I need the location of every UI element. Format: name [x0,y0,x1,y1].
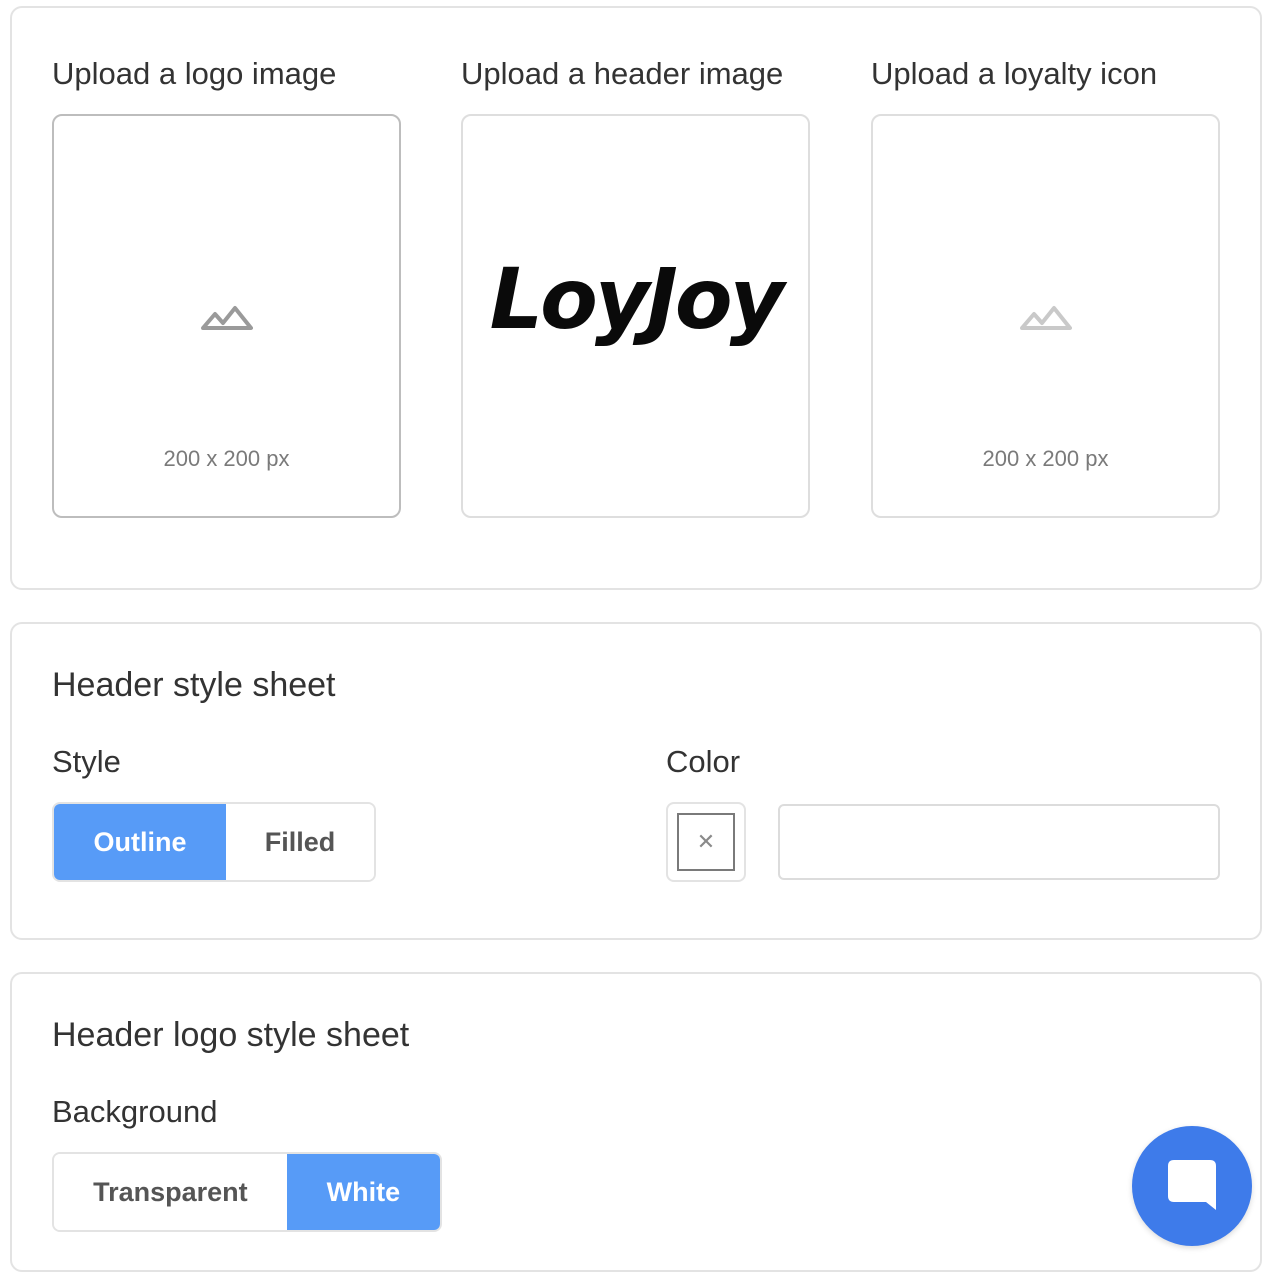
style-toggle: Outline Filled [52,802,376,882]
header-upload-label: Upload a header image [461,56,784,91]
header-logo-style-card: Header logo style sheet Background Trans… [10,972,1262,1272]
header-upload-dropzone[interactable]: LoyJoy [461,114,810,518]
chat-launcher-button[interactable] [1132,1126,1252,1246]
background-transparent-button[interactable]: Transparent [54,1154,287,1230]
loyjoy-logo-image: LoyJoy [489,250,785,348]
chat-icon [1168,1160,1216,1210]
style-outline-button[interactable]: Outline [54,804,226,880]
loyalty-icon-upload-label: Upload a loyalty icon [871,56,1158,91]
header-style-card: Header style sheet Style Outline Filled … [10,622,1262,940]
logo-size-hint: 200 x 200 px [163,446,290,471]
logo-upload-label: Upload a logo image [52,56,337,91]
color-label: Color [666,744,741,779]
logo-upload-dropzone[interactable]: 200 x 200 px [52,114,401,518]
loyalty-icon-upload-dropzone[interactable]: 200 x 200 px [871,114,1220,518]
header-style-title: Header style sheet [52,666,336,704]
header-logo-style-title: Header logo style sheet [52,1016,410,1054]
background-label: Background [52,1094,218,1129]
image-placeholder-icon [1019,306,1072,330]
image-uploads-card: Upload a logo image 200 x 200 px Upload … [10,6,1262,590]
color-input[interactable] [778,804,1220,880]
close-icon: ✕ [677,813,735,871]
image-placeholder-icon [200,306,253,330]
style-label: Style [52,744,121,779]
background-white-button[interactable]: White [286,1154,440,1230]
loyalty-icon-size-hint: 200 x 200 px [982,446,1109,471]
background-toggle: Transparent White [52,1152,442,1232]
color-swatch-button[interactable]: ✕ [666,802,746,882]
style-filled-button[interactable]: Filled [226,804,374,880]
